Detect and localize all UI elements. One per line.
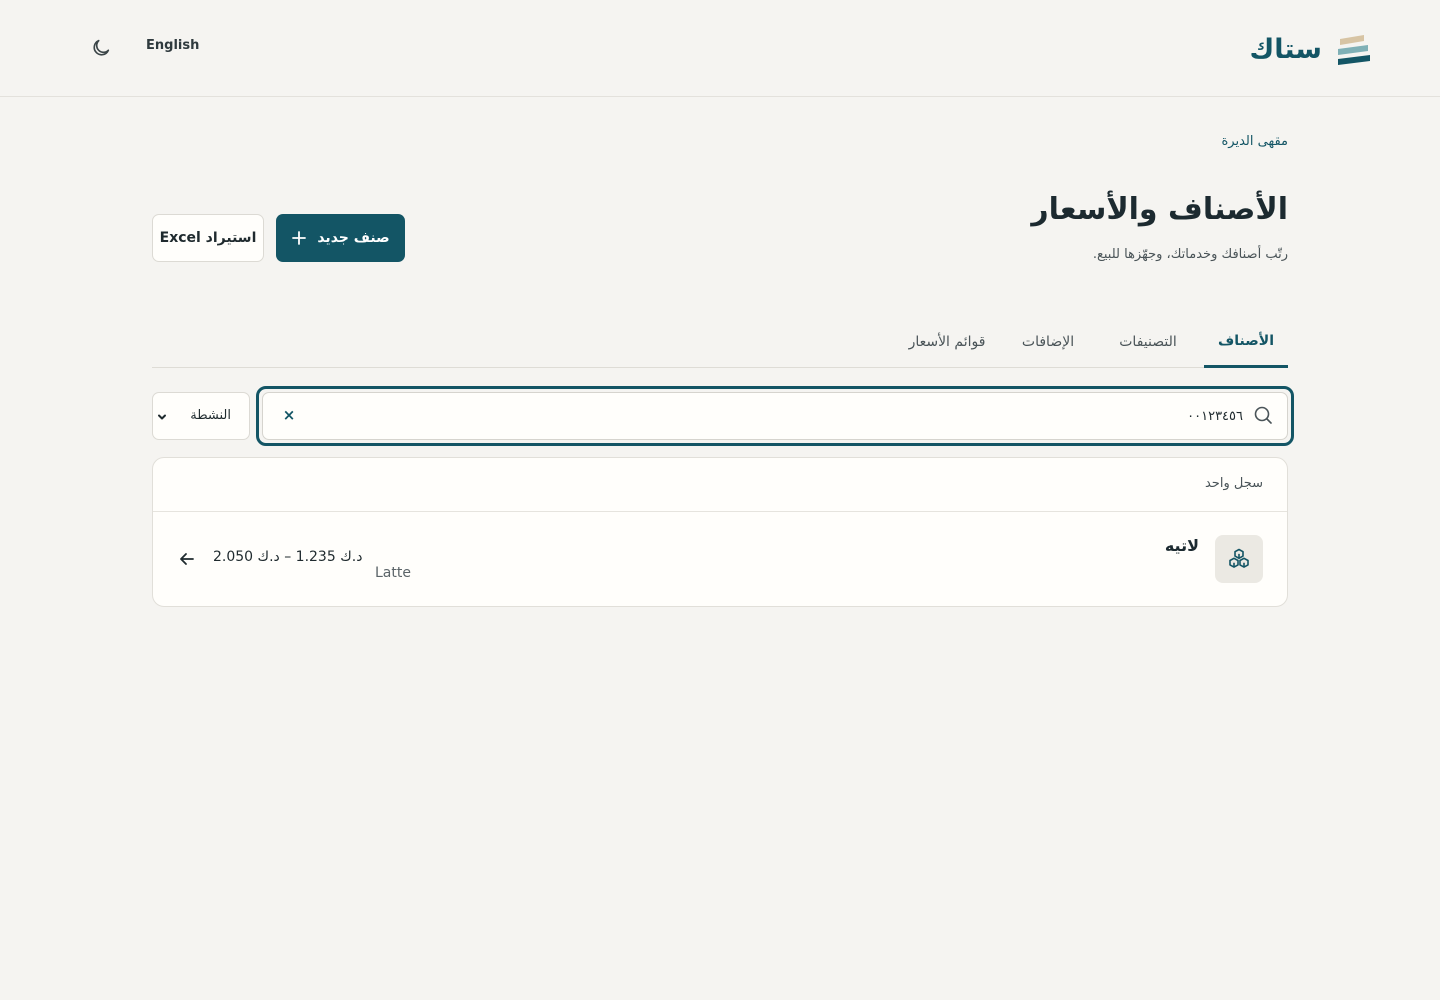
search-icon (1254, 406, 1272, 424)
moon-icon[interactable] (90, 37, 112, 59)
import-excel-label: استيراد Excel (159, 230, 257, 246)
tab-categories[interactable]: التصنيفات (1104, 316, 1192, 368)
table-row[interactable]: لاتيه Latte د.ك 1.235 – د.ك 2.050 (153, 512, 1287, 606)
search-input[interactable] (343, 393, 1243, 439)
brand-name: ستاك (1249, 33, 1322, 65)
chevron-down-icon (158, 414, 166, 420)
cubes-icon (1229, 548, 1249, 568)
item-name: لاتيه (1164, 536, 1199, 555)
stack-logo-icon (1338, 35, 1370, 65)
page-subtitle: رتّب أصنافك وخدماتك، وجهّزها للبيع. (1092, 247, 1288, 262)
record-count: سجل واحد (1204, 476, 1263, 491)
results-card: سجل واحد لاتيه Latte د.ك 1.235 – د.ك 2.0… (152, 457, 1288, 607)
tab-bar: الأصناف التصنيفات الإضافات قوائم الأسعار (152, 316, 1288, 368)
top-bar: ستاك English (0, 0, 1440, 97)
plus-icon (292, 231, 307, 245)
search-box: × (262, 392, 1288, 440)
status-filter-value: النشطة (190, 408, 231, 423)
new-item-button[interactable]: صنف جديد (276, 214, 405, 262)
item-sku: Latte (375, 565, 411, 581)
item-thumbnail (1215, 535, 1263, 583)
breadcrumb[interactable]: مقهى الديرة (1222, 134, 1289, 149)
import-excel-button[interactable]: استيراد Excel (152, 214, 264, 262)
search-focus-ring: × (256, 386, 1294, 446)
language-toggle[interactable]: English (146, 38, 199, 53)
brand[interactable]: ستاك (1250, 30, 1370, 68)
tab-items[interactable]: الأصناف (1204, 316, 1288, 368)
arrow-left-icon[interactable] (177, 549, 197, 569)
clear-search-button[interactable]: × (279, 405, 299, 425)
tab-price-lists[interactable]: قوائم الأسعار (892, 316, 1002, 368)
page-title: الأصناف والأسعار (1031, 192, 1288, 227)
new-item-label: صنف جديد (317, 230, 390, 246)
tab-addons[interactable]: الإضافات (1004, 316, 1092, 368)
item-price-range: د.ك 1.235 – د.ك 2.050 (213, 549, 363, 565)
status-filter-select[interactable]: النشطة (152, 392, 250, 440)
results-header: سجل واحد (153, 458, 1287, 512)
